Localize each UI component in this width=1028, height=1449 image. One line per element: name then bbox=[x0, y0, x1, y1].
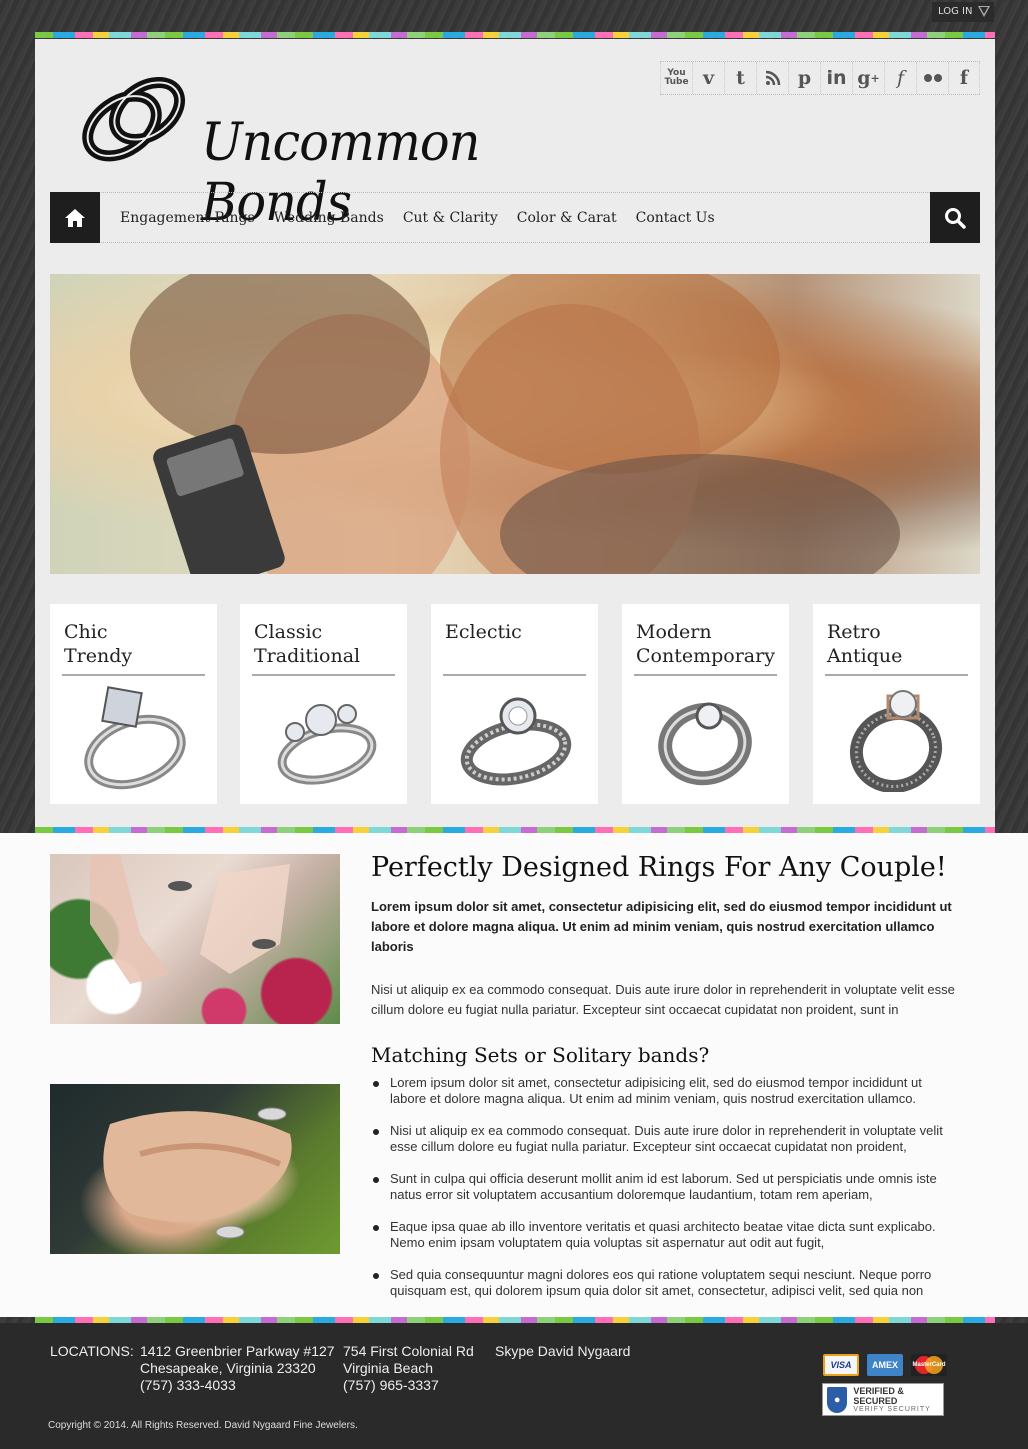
friendfeed-icon[interactable]: f bbox=[884, 62, 916, 94]
ring-image bbox=[658, 702, 752, 786]
nav-item-cut-clarity[interactable]: Cut & Clarity bbox=[403, 210, 498, 226]
list-item: Eaque ipsa quae ab illo inventore verita… bbox=[371, 1219, 961, 1251]
main-panel: Uncommon Bonds You Tube v t p in g + f f E… bbox=[35, 39, 995, 828]
google-plus-icon[interactable]: g + bbox=[852, 62, 884, 94]
location-address: 754 First Colonial Rd bbox=[343, 1343, 474, 1359]
category-card-chic-trendy[interactable]: Chic Trendy bbox=[50, 604, 217, 804]
flickr-icon[interactable] bbox=[916, 62, 948, 94]
secured-line2: VERIFY SECURITY bbox=[853, 1406, 931, 1413]
list-item: Sunt in culpa qui officia deserunt molli… bbox=[371, 1171, 961, 1203]
location-phone[interactable]: (757) 965-3337 bbox=[343, 1377, 474, 1394]
hero-image bbox=[50, 274, 980, 574]
search-icon bbox=[945, 207, 966, 229]
login-label: LOG IN bbox=[938, 6, 973, 17]
home-icon bbox=[65, 208, 85, 227]
article-subheading: Matching Sets or Solitary bands? bbox=[371, 1043, 710, 1067]
list-item: Sed quia consequuntur magni dolores eos … bbox=[371, 1267, 961, 1299]
wedding-hands-photo bbox=[50, 854, 340, 1024]
category-title: Eclectic bbox=[445, 621, 522, 643]
copyright: Copyright © 2014. All Rights Reserved. D… bbox=[48, 1420, 358, 1431]
top-bar: LOG IN bbox=[0, 0, 1028, 24]
holding-hands-photo bbox=[50, 1084, 340, 1254]
article-lead: Lorem ipsum dolor sit amet, consectetur … bbox=[371, 899, 952, 954]
lock-shield-icon: ● bbox=[827, 1386, 848, 1413]
category-card-modern-contemporary[interactable]: Modern Contemporary bbox=[622, 604, 789, 804]
home-button[interactable] bbox=[50, 192, 100, 243]
vimeo-icon[interactable]: v bbox=[692, 62, 724, 94]
hero-photo-couple bbox=[130, 274, 900, 574]
category-title: Chic Trendy bbox=[64, 621, 133, 667]
nav-item-wedding-bands[interactable]: Wedding Bands bbox=[274, 210, 384, 226]
divider bbox=[825, 674, 968, 676]
nav-item-engagement-rings[interactable]: Engagement Rings bbox=[120, 210, 255, 226]
rss-icon[interactable] bbox=[756, 62, 788, 94]
social-links: You Tube v t p in g + f f bbox=[660, 61, 980, 95]
category-title: Modern Contemporary bbox=[636, 621, 775, 667]
rings-logo-icon bbox=[82, 76, 186, 162]
location-city: Virginia Beach bbox=[343, 1360, 434, 1376]
location-city: Chesapeake, Virginia 23320 bbox=[140, 1360, 316, 1376]
ring-image bbox=[277, 704, 377, 785]
nav-item-contact-us[interactable]: Contact Us bbox=[636, 210, 715, 226]
amex-icon: AMEX bbox=[867, 1354, 903, 1376]
ring-image bbox=[849, 690, 943, 792]
search-button[interactable] bbox=[930, 192, 980, 243]
secured-line1: VERIFIED & SECURED bbox=[853, 1386, 904, 1406]
list-item: Lorem ipsum dolor sit amet, consectetur … bbox=[371, 1075, 961, 1107]
linkedin-icon[interactable]: in bbox=[820, 62, 852, 94]
location-1: 1412 Greenbrier Parkway #127 Chesapeake,… bbox=[140, 1343, 335, 1394]
mastercard-icon: MasterCard bbox=[911, 1354, 947, 1376]
footer: LOCATIONS: 1412 Greenbrier Parkway #127 … bbox=[0, 1323, 1028, 1449]
divider bbox=[634, 674, 777, 676]
bullet-list: Lorem ipsum dolor sit amet, consectetur … bbox=[371, 1075, 961, 1299]
pinterest-icon[interactable]: p bbox=[788, 62, 820, 94]
skype-contact[interactable]: Skype David Nygaard bbox=[495, 1343, 630, 1360]
nav-item-color-carat[interactable]: Color & Carat bbox=[517, 210, 617, 226]
content-section: Perfectly Designed Rings For Any Couple!… bbox=[0, 833, 1028, 1317]
color-stripe-top bbox=[35, 32, 995, 38]
login-button[interactable]: LOG IN bbox=[932, 2, 994, 22]
visa-icon: VISA bbox=[823, 1354, 859, 1376]
locations-label: LOCATIONS: bbox=[50, 1343, 134, 1359]
location-phone[interactable]: (757) 333-4033 bbox=[140, 1377, 335, 1394]
payment-cards: VISA AMEX MasterCard bbox=[823, 1354, 947, 1376]
category-title: Retro Antique bbox=[827, 621, 903, 667]
verified-secured-badge[interactable]: ● VERIFIED & SECURED VERIFY SECURITY bbox=[822, 1383, 944, 1416]
category-title: Classic Traditional bbox=[254, 621, 361, 667]
ring-categories: Chic Trendy Classic Traditional Eclectic bbox=[50, 604, 980, 804]
category-card-eclectic[interactable]: Eclectic bbox=[431, 604, 598, 804]
main-nav: Engagement Rings Wedding Bands Cut & Cla… bbox=[50, 192, 980, 243]
location-2: 754 First Colonial Rd Virginia Beach (75… bbox=[343, 1343, 474, 1394]
logo[interactable]: Uncommon Bonds bbox=[77, 71, 637, 233]
dropdown-triangle-icon bbox=[978, 6, 990, 17]
article-heading: Perfectly Designed Rings For Any Couple! bbox=[371, 852, 947, 883]
youtube-icon[interactable]: You Tube bbox=[660, 62, 692, 94]
ring-image bbox=[84, 686, 186, 790]
location-address: 1412 Greenbrier Parkway #127 bbox=[140, 1343, 335, 1359]
facebook-icon[interactable]: f bbox=[948, 62, 980, 94]
ring-image bbox=[460, 697, 572, 786]
list-item: Nisi ut aliquip ex ea commodo consequat.… bbox=[371, 1123, 961, 1155]
divider bbox=[443, 674, 586, 676]
divider bbox=[62, 674, 205, 676]
tumblr-icon[interactable]: t bbox=[724, 62, 756, 94]
article-paragraph: Nisi ut aliquip ex ea commodo consequat.… bbox=[371, 982, 955, 1017]
category-card-retro-antique[interactable]: Retro Antique bbox=[813, 604, 980, 804]
article: Perfectly Designed Rings For Any Couple!… bbox=[371, 852, 961, 1315]
category-card-classic-traditional[interactable]: Classic Traditional bbox=[240, 604, 407, 804]
divider bbox=[252, 674, 395, 676]
